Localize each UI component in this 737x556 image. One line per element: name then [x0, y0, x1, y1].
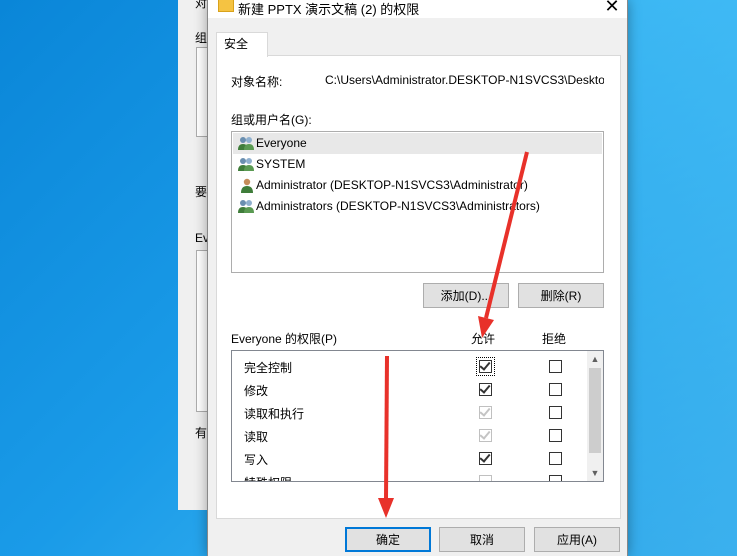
users-list[interactable]: Everyone SYSTEM Administrator (DESKTOP-N… — [231, 131, 604, 273]
title-bar[interactable]: 新建 PPTX 演示文稿 (2) 的权限 ✕ — [208, 0, 627, 18]
allow-checkbox[interactable] — [476, 357, 495, 376]
permissions-label: Everyone 的权限(P) — [231, 332, 338, 346]
deny-checkbox[interactable] — [549, 475, 562, 481]
permission-row: 特殊权限 — [232, 469, 587, 481]
close-button[interactable]: ✕ — [600, 0, 624, 16]
permission-name: 读取 — [244, 430, 269, 444]
list-item[interactable]: Administrators (DESKTOP-N1SVCS3\Administ… — [233, 196, 602, 217]
add-button[interactable]: 添加(D)... — [423, 283, 509, 308]
users-group-icon — [238, 137, 254, 150]
permission-name: 完全控制 — [244, 361, 293, 375]
permission-row: 完全控制 — [232, 354, 587, 377]
allow-checkbox[interactable] — [479, 451, 492, 465]
permission-name: 修改 — [244, 384, 269, 398]
permission-row: 读取 — [232, 423, 587, 446]
allow-header: 允许 — [471, 332, 496, 346]
close-icon: ✕ — [604, 0, 620, 16]
apply-button[interactable]: 应用(A) — [534, 527, 620, 552]
cancel-button[interactable]: 取消 — [439, 527, 525, 552]
scrollbar-thumb[interactable] — [589, 368, 601, 453]
user-name: Administrator (DESKTOP-N1SVCS3\Administr… — [256, 178, 528, 192]
scrollbar[interactable]: ▲ ▼ — [587, 351, 603, 481]
user-name: Administrators (DESKTOP-N1SVCS3\Administ… — [256, 199, 540, 213]
ok-button[interactable]: 确定 — [345, 527, 431, 552]
user-icon — [241, 178, 253, 193]
tab-security[interactable]: 安全 — [216, 32, 268, 57]
deny-header: 拒绝 — [542, 332, 567, 346]
list-item[interactable]: Everyone — [233, 133, 602, 154]
deny-checkbox[interactable] — [549, 383, 562, 396]
permission-row: 修改 — [232, 377, 587, 400]
permission-row: 写入 — [232, 446, 587, 469]
allow-checkbox[interactable] — [479, 405, 492, 419]
object-path: C:\Users\Administrator.DESKTOP-N1SVCS3\D… — [325, 73, 604, 87]
permission-name: 读取和执行 — [244, 407, 305, 421]
permissions-list[interactable]: 特殊权限 写入 读取 读取和执行 修改 完全控制 ▲ ▼ — [231, 350, 604, 482]
allow-checkbox[interactable] — [479, 428, 492, 442]
permissions-dialog: 新建 PPTX 演示文稿 (2) 的权限 ✕ 安全 对象名称: C:\Users… — [207, 0, 628, 556]
object-name-label: 对象名称: — [231, 75, 283, 89]
user-name: SYSTEM — [256, 157, 306, 171]
folder-icon — [218, 0, 234, 12]
users-group-icon — [238, 200, 254, 213]
allow-checkbox[interactable] — [479, 382, 492, 396]
deny-checkbox[interactable] — [549, 360, 562, 373]
permission-name: 特殊权限 — [244, 474, 292, 481]
user-name: Everyone — [256, 136, 307, 150]
deny-checkbox[interactable] — [549, 406, 562, 419]
users-group-icon — [238, 158, 254, 171]
permission-name: 写入 — [244, 453, 269, 467]
permission-row: 读取和执行 — [232, 400, 587, 423]
remove-button[interactable]: 删除(R) — [518, 283, 604, 308]
deny-checkbox[interactable] — [549, 429, 562, 442]
list-item[interactable]: Administrator (DESKTOP-N1SVCS3\Administr… — [233, 175, 602, 196]
deny-checkbox[interactable] — [549, 452, 562, 465]
chevron-down-icon[interactable]: ▼ — [587, 465, 603, 481]
dialog-title: 新建 PPTX 演示文稿 (2) 的权限 — [238, 2, 420, 17]
group-users-label: 组或用户名(G): — [231, 113, 312, 127]
list-item[interactable]: SYSTEM — [233, 154, 602, 175]
allow-checkbox[interactable] — [479, 475, 492, 481]
chevron-up-icon[interactable]: ▲ — [587, 351, 603, 367]
